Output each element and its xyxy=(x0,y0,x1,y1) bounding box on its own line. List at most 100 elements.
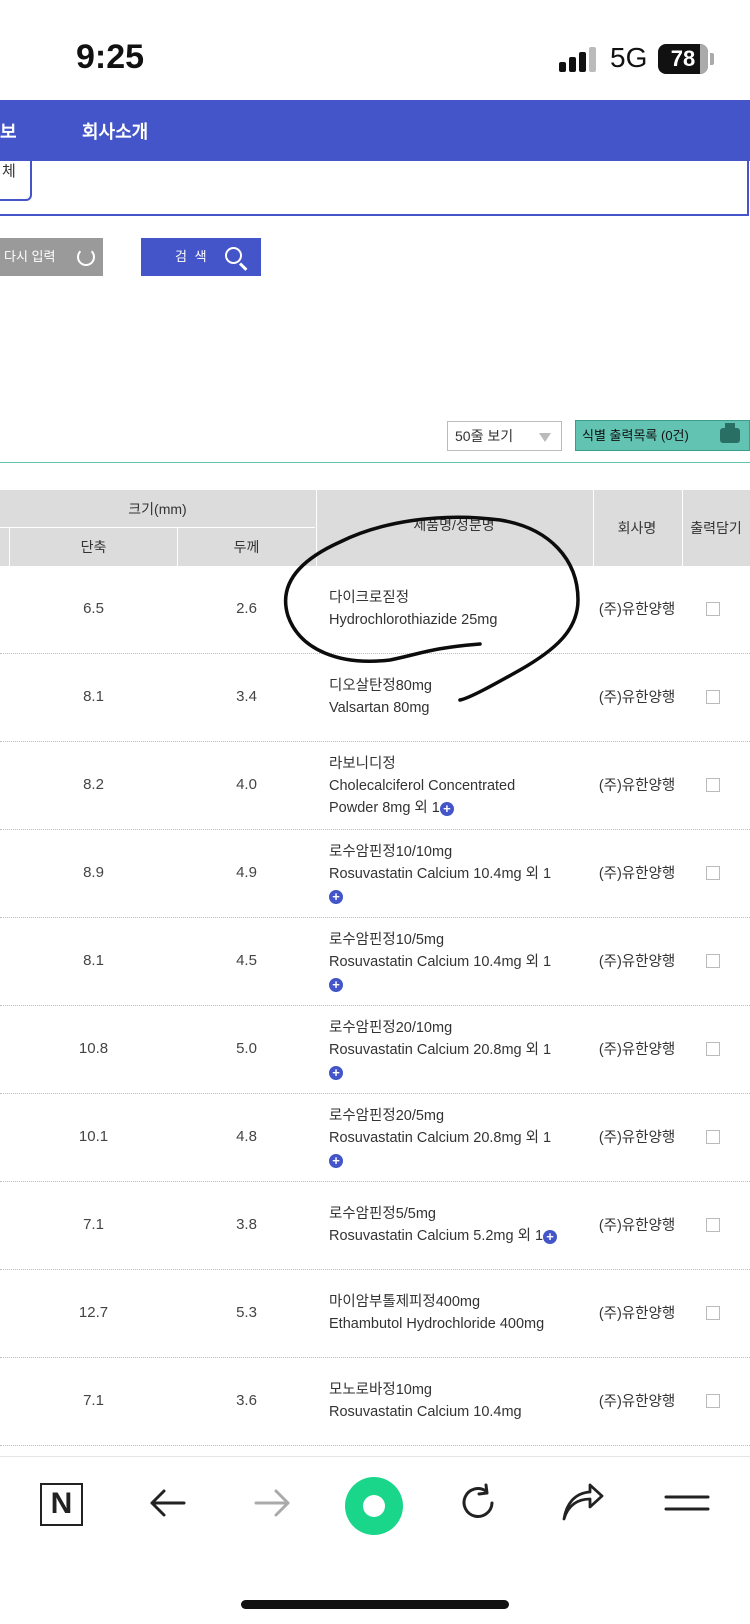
ingredient-value: Hydrochlorothiazide 25mg xyxy=(329,612,498,628)
header-product: 제품명/성분명 xyxy=(413,517,495,533)
product-name[interactable]: 로수암핀정20/5mg xyxy=(329,1105,591,1127)
short-axis-value: 10.8 xyxy=(78,1040,109,1057)
search-panel xyxy=(0,159,749,216)
thickness-value: 2.6 xyxy=(236,600,257,617)
ingredient-text: Rosuvastatin Calcium 20.8mg 외 1 xyxy=(329,1127,591,1149)
nav-item-partial[interactable]: 보 xyxy=(0,118,17,144)
product-cell[interactable]: 다이크로짇정 Hydrochlorothiazide 25mg xyxy=(329,587,591,631)
product-cell[interactable]: 라보니디정 Cholecalciferol Concentrated Powder … xyxy=(329,753,591,819)
ingredient-value: Rosuvastatin Calcium 5.2mg 외 1 xyxy=(329,1228,544,1244)
product-name[interactable]: 마이암부톨제피정400mg xyxy=(329,1291,591,1313)
menu-icon[interactable] xyxy=(664,1481,710,1525)
home-indicator xyxy=(241,1600,509,1609)
naver-button[interactable]: N xyxy=(40,1483,83,1526)
reset-label: 다시 입력 xyxy=(4,249,56,264)
search-label: 검 색 xyxy=(175,249,209,264)
product-name[interactable]: 로수암핀정10/5mg xyxy=(329,929,591,951)
table-row: 8.1 4.5 로수암핀정10/5mg Rosuvastatin Calcium 10… xyxy=(0,918,750,1006)
short-axis-value: 7.1 xyxy=(83,1392,104,1409)
share-icon[interactable] xyxy=(560,1481,606,1525)
table-row: 8.9 4.9 로수암핀정10/10mg Rosuvastatin Calcium 1… xyxy=(0,830,750,918)
ingredient-text: Rosuvastatin Calcium 10.4mg 외 1 xyxy=(329,951,591,973)
expand-plus-icon[interactable]: + xyxy=(543,1230,558,1244)
add-print-checkbox[interactable] xyxy=(706,866,720,880)
product-name[interactable]: 로수암핀정5/5mg xyxy=(329,1203,591,1225)
expand-line: + xyxy=(329,973,591,995)
thickness-value: 5.3 xyxy=(236,1304,257,1321)
home-button[interactable] xyxy=(345,1477,403,1535)
product-name[interactable]: 라보니디정 xyxy=(329,753,591,775)
network-label: 5G xyxy=(610,42,648,73)
company-name: (주)유한양행 xyxy=(598,690,676,706)
per-page-value: 50줄 보기 xyxy=(455,428,514,444)
refresh-icon[interactable] xyxy=(456,1481,500,1525)
product-cell[interactable]: 마이암부톨제피정400mg Ethambutol Hydrochloride 40… xyxy=(329,1291,591,1335)
company-name: (주)유한양행 xyxy=(598,602,676,618)
add-print-checkbox[interactable] xyxy=(706,1394,720,1408)
company-name: (주)유한양행 xyxy=(598,1306,676,1322)
product-name[interactable]: 모노로바정10mg xyxy=(329,1379,591,1401)
table-row: 6.5 2.6 다이크로짇정 Hydrochlorothiazide 25mg (주)유… xyxy=(0,566,750,654)
thickness-value: 4.9 xyxy=(236,864,257,881)
ingredient-value: Valsartan 80mg xyxy=(329,700,430,716)
add-print-checkbox[interactable] xyxy=(706,1042,720,1056)
short-axis-value: 12.7 xyxy=(78,1304,109,1321)
expand-plus-icon[interactable]: + xyxy=(329,978,343,992)
expand-plus-icon[interactable]: + xyxy=(329,1154,343,1168)
search-option-partial[interactable]: 체 xyxy=(0,159,32,201)
ingredient-value: Cholecalciferol Concentrated xyxy=(329,778,516,794)
expand-line: + xyxy=(329,1061,591,1083)
product-name[interactable]: 로수암핀정20/10mg xyxy=(329,1017,591,1039)
expand-plus-icon[interactable]: + xyxy=(439,802,454,816)
add-print-checkbox[interactable] xyxy=(706,778,720,792)
ingredient-value: Ethambutol Hydrochloride 400mg xyxy=(329,1316,545,1332)
add-print-checkbox[interactable] xyxy=(706,1306,720,1320)
search-icon xyxy=(225,247,242,264)
product-cell[interactable]: 로수암핀정10/10mg Rosuvastatin Calcium 10.4mg … xyxy=(329,841,591,907)
ingredient-text: Rosuvastatin Calcium 5.2mg 외 1 + xyxy=(329,1225,591,1247)
browser-toolbar: N xyxy=(0,1456,750,1624)
refresh-icon xyxy=(77,248,95,266)
product-cell[interactable]: 로수암핀정5/5mg Rosuvastatin Calcium 5.2mg 외 1… xyxy=(329,1203,591,1247)
product-cell[interactable]: 디오살탄정80mg Valsartan 80mg xyxy=(329,675,591,719)
thickness-value: 3.4 xyxy=(236,688,257,705)
reset-button[interactable]: 다시 입력 xyxy=(0,238,103,276)
chevron-down-icon xyxy=(539,433,551,442)
add-print-checkbox[interactable] xyxy=(706,1218,720,1232)
ingredient-value: Rosuvastatin Calcium 20.8mg 외 1 xyxy=(329,1042,552,1058)
ingredient-text: Rosuvastatin Calcium 10.4mg xyxy=(329,1401,591,1423)
product-cell[interactable]: 로수암핀정20/5mg Rosuvastatin Calcium 20.8mg 외… xyxy=(329,1105,591,1171)
short-axis-value: 6.5 xyxy=(83,600,104,617)
add-print-checkbox[interactable] xyxy=(706,602,720,616)
product-cell[interactable]: 로수암핀정20/10mg Rosuvastatin Calcium 20.8mg … xyxy=(329,1017,591,1083)
thickness-value: 4.8 xyxy=(236,1128,257,1145)
per-page-select[interactable]: 50줄 보기 xyxy=(447,421,562,451)
header-company: 회사명 xyxy=(617,520,657,536)
signal-icon xyxy=(559,46,599,72)
add-print-checkbox[interactable] xyxy=(706,954,720,968)
print-list-button[interactable]: 식별 출력목록 (0건) xyxy=(575,420,750,451)
product-name[interactable]: 디오살탄정80mg xyxy=(329,675,591,697)
search-button[interactable]: 검 색 xyxy=(141,238,261,276)
expand-plus-icon[interactable]: + xyxy=(329,1066,343,1080)
company-name: (주)유한양행 xyxy=(598,1394,676,1410)
product-name[interactable]: 다이크로짇정 xyxy=(329,587,591,609)
thickness-value: 4.0 xyxy=(236,776,257,793)
expand-plus-icon[interactable]: + xyxy=(329,890,343,904)
table-row: 10.8 5.0 로수암핀정20/10mg Rosuvastatin Calcium … xyxy=(0,1006,750,1094)
product-cell[interactable]: 모노로바정10mg Rosuvastatin Calcium 10.4mg xyxy=(329,1379,591,1423)
battery-icon: 78 xyxy=(658,44,714,74)
product-cell[interactable]: 로수암핀정10/5mg Rosuvastatin Calcium 10.4mg 외… xyxy=(329,929,591,995)
battery-level: 78 xyxy=(670,46,696,71)
nav-item-company-intro[interactable]: 회사소개 xyxy=(82,118,148,144)
thickness-value: 3.8 xyxy=(236,1216,257,1233)
header-short-axis: 단축 xyxy=(80,539,107,555)
back-arrow-icon[interactable] xyxy=(146,1481,190,1525)
thickness-value: 4.5 xyxy=(236,952,257,969)
ingredient-value-cont: Powder 8mg 외 1 xyxy=(329,800,440,816)
add-print-checkbox[interactable] xyxy=(706,1130,720,1144)
forward-arrow-icon[interactable] xyxy=(250,1481,294,1525)
short-axis-value: 10.1 xyxy=(78,1128,109,1145)
product-name[interactable]: 로수암핀정10/10mg xyxy=(329,841,591,863)
add-print-checkbox[interactable] xyxy=(706,690,720,704)
